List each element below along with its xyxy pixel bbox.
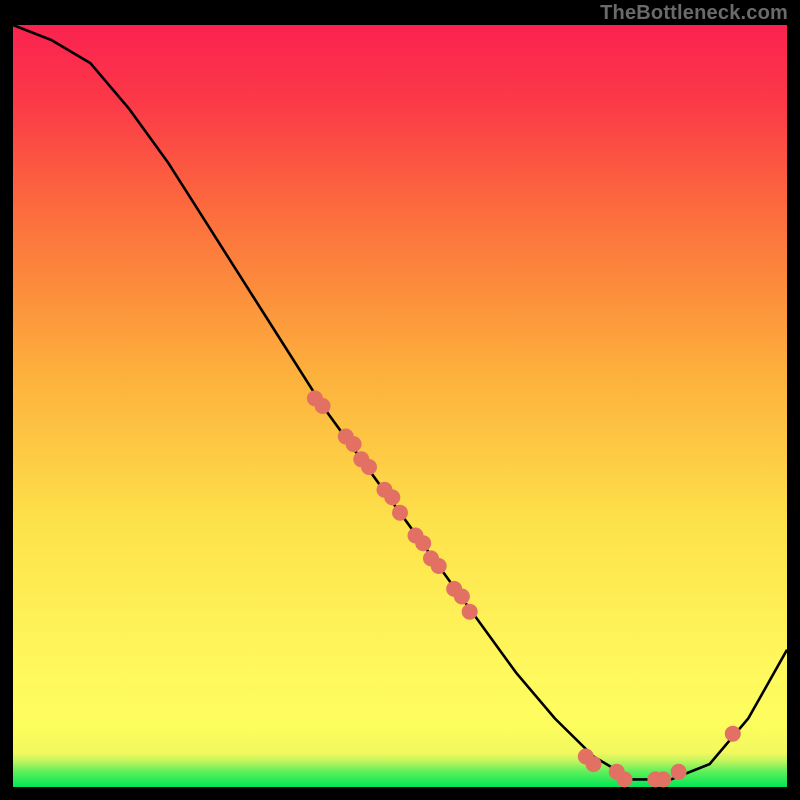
- chart-container: TheBottleneck.com: [0, 0, 800, 800]
- data-marker: [392, 505, 408, 521]
- watermark-text: TheBottleneck.com: [600, 2, 788, 25]
- data-marker: [725, 726, 741, 742]
- data-marker: [315, 398, 331, 414]
- data-marker: [431, 558, 447, 574]
- data-markers: [307, 390, 741, 787]
- data-marker: [454, 589, 470, 605]
- data-marker: [655, 771, 671, 787]
- data-marker: [415, 535, 431, 551]
- chart-svg: [13, 25, 787, 787]
- data-marker: [617, 771, 633, 787]
- data-marker: [384, 489, 400, 505]
- data-marker: [361, 459, 377, 475]
- bottleneck-curve: [13, 25, 787, 779]
- data-marker: [671, 764, 687, 780]
- data-marker: [462, 604, 478, 620]
- data-marker: [346, 436, 362, 452]
- data-marker: [586, 756, 602, 772]
